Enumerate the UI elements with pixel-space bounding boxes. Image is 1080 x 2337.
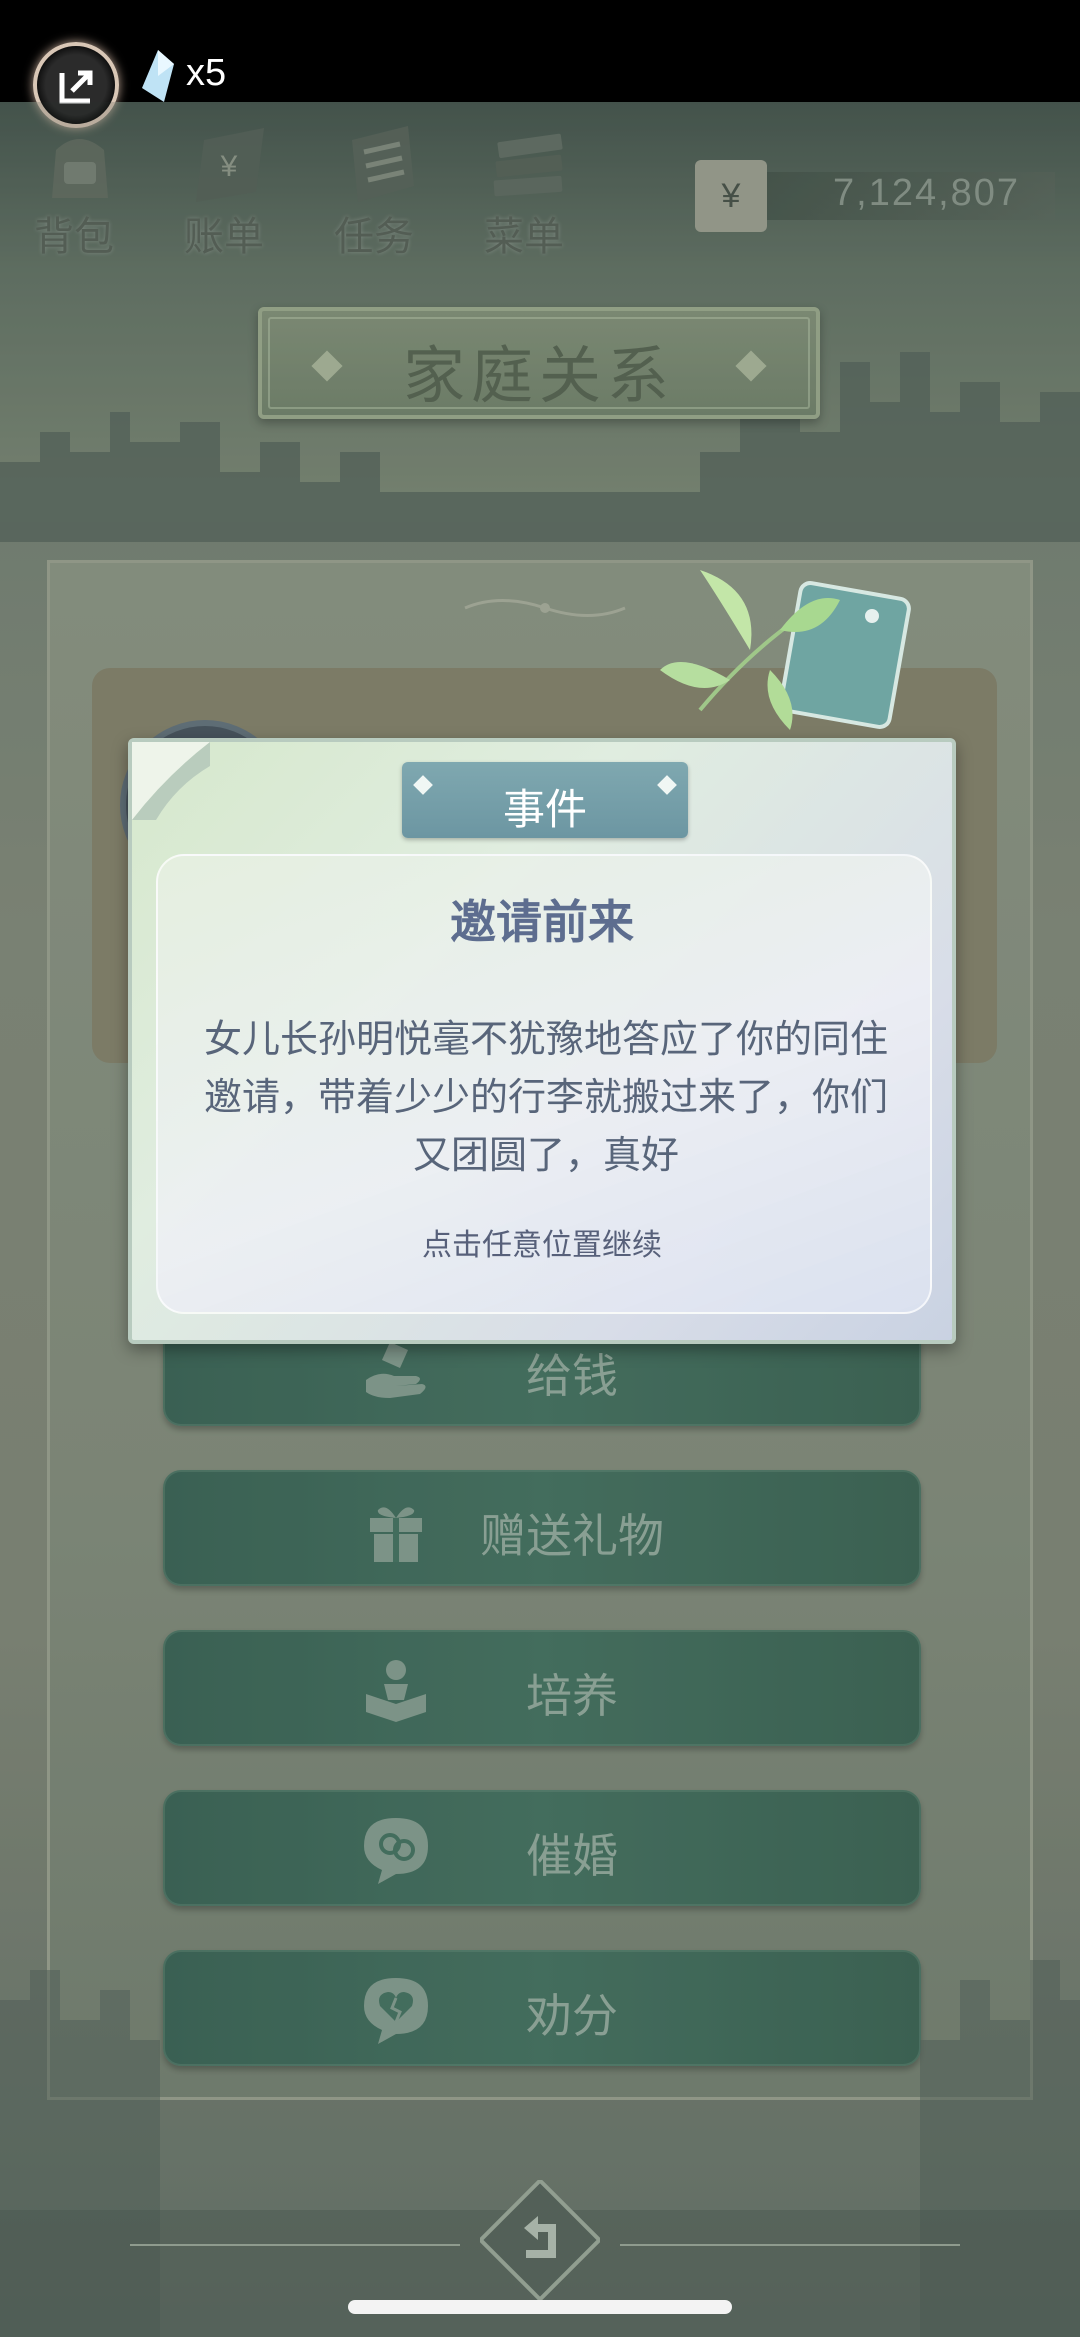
home-indicator[interactable] (348, 2300, 732, 2314)
gem-icon (142, 50, 174, 102)
dialog-message: 女儿长孙明悦毫不犹豫地答应了你的同住邀请，带着少少的行李就搬过来了，你们又团圆了… (203, 1017, 888, 1177)
gem-count: x5 (186, 52, 227, 94)
page-curl-decoration (132, 742, 210, 820)
dialog-heading: 邀请前来 (450, 895, 634, 949)
dialog-tab: 事件 (402, 762, 688, 838)
event-dialog[interactable]: 事件 邀请前来 女儿长孙明悦毫不犹豫地答应了你的同住邀请，带着少少的行李就搬过来… (128, 738, 956, 1344)
dialog-tab-label: 事件 (502, 785, 587, 834)
leaf-card-decoration (660, 570, 911, 730)
continue-hint: 点击任意位置继续 (422, 1228, 662, 1263)
